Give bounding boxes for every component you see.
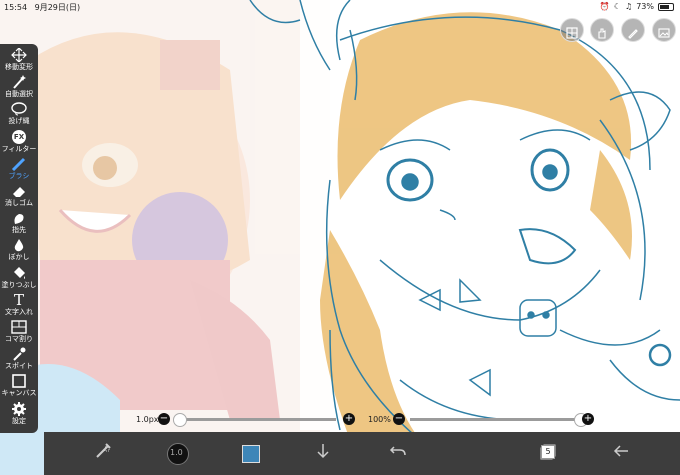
status-time: 15:54	[4, 3, 28, 12]
opacity-plus-button[interactable]: +	[582, 413, 594, 425]
fx-icon: FX	[12, 129, 26, 144]
gallery-button[interactable]	[652, 18, 676, 42]
brush-size-label: 1.0px	[136, 415, 159, 424]
pencil-icon	[627, 24, 639, 39]
arrow-left-icon	[612, 445, 630, 464]
tool-label: キャンバス	[1, 389, 37, 398]
blur-drop-icon	[11, 238, 27, 252]
undo-icon	[389, 445, 407, 464]
brush-size-button[interactable]: 1.0	[166, 442, 189, 465]
tool-label: ぼかし	[8, 253, 30, 262]
hand-tool-button[interactable]	[590, 18, 614, 42]
color-picker-button[interactable]	[239, 442, 261, 464]
brush-size-slider-thumb[interactable]	[173, 413, 188, 427]
tool-auto-select[interactable]: 自動選択	[0, 75, 38, 98]
tool-label: フィルター	[1, 144, 37, 153]
image-icon	[658, 24, 670, 38]
tool-fill[interactable]: 塗りつぶし	[0, 266, 38, 289]
frame-divide-icon	[11, 320, 27, 334]
text-icon: T	[13, 290, 24, 309]
canvas-icon	[11, 374, 27, 389]
alarm-icon: ⏰	[599, 2, 610, 11]
gear-icon	[11, 401, 27, 416]
tool-filter[interactable]: FX フィルター	[0, 129, 38, 153]
tool-finger[interactable]: 指先	[0, 211, 38, 234]
tool-frame[interactable]: コマ割り	[0, 320, 38, 343]
brush-size-badge: 1.0	[170, 448, 183, 457]
eyedropper-icon	[11, 347, 27, 361]
brush-icon	[11, 157, 27, 171]
opacity-label: 100%	[368, 415, 391, 424]
move-arrows-icon	[11, 47, 27, 63]
tool-label: 移動変形	[5, 63, 33, 71]
tool-label: スポイト	[5, 362, 33, 371]
opacity-track[interactable]	[410, 418, 580, 421]
brush-picker-button[interactable]	[92, 442, 114, 464]
grid-icon	[566, 24, 578, 39]
eraser-icon	[11, 184, 27, 198]
pen-button[interactable]	[621, 18, 645, 42]
brush-size-plus-button[interactable]: +	[343, 413, 355, 425]
brush-settings-sliders: 1.0px − + 100% − +	[130, 410, 600, 430]
battery-icon	[658, 2, 674, 11]
battery-percent: 73%	[636, 2, 654, 11]
lasso-icon	[11, 102, 27, 116]
sketch-artwork	[0, 0, 680, 475]
tool-label: 投げ縄	[8, 117, 30, 126]
drawing-canvas[interactable]	[0, 0, 680, 475]
down-arrow-button[interactable]	[312, 442, 334, 464]
tool-label: 文字入れ	[5, 307, 33, 316]
tool-label: ブラシ	[8, 171, 30, 180]
tool-label: 自動選択	[5, 90, 33, 99]
tool-settings[interactable]: 設定	[0, 401, 38, 425]
opacity-minus-button[interactable]: −	[393, 413, 405, 425]
back-button[interactable]	[610, 442, 632, 464]
layers-button[interactable]: 5	[537, 442, 559, 464]
color-swatch	[242, 445, 260, 463]
tool-label: 設定	[12, 416, 26, 425]
brush-size-minus-button[interactable]: −	[158, 413, 170, 425]
tool-text[interactable]: T 文字入れ	[0, 290, 38, 316]
tool-eyedropper[interactable]: スポイト	[0, 347, 38, 370]
magic-wand-icon	[11, 75, 27, 89]
tool-label: 消しゴム	[5, 199, 33, 207]
tool-eraser[interactable]: 消しゴム	[0, 184, 38, 207]
headphones-icon: ♫	[625, 2, 633, 11]
tool-move[interactable]: 移動変形	[0, 47, 38, 71]
tool-label: 指先	[12, 226, 26, 235]
layer-grid-button[interactable]	[560, 18, 584, 42]
moon-icon: ☾	[613, 2, 622, 11]
layer-count-badge: 5	[541, 445, 555, 459]
tool-blur[interactable]: ぼかし	[0, 238, 38, 261]
tool-label: コマ割り	[5, 335, 33, 343]
bucket-icon	[11, 266, 27, 280]
brush-size-track[interactable]	[176, 418, 336, 421]
finger-icon	[11, 211, 27, 225]
reference-image	[0, 0, 330, 475]
tool-brush[interactable]: ブラシ	[0, 157, 38, 180]
undo-button[interactable]	[387, 442, 409, 464]
tool-label: 塗りつぶし	[1, 280, 37, 289]
tool-palette: 移動変形自動選択投げ縄 FX フィルターブラシ消しゴム指先ぼかし塗りつぶし T 文字入れ…	[0, 44, 38, 433]
battery-fill	[660, 4, 669, 9]
hand-icon	[596, 24, 608, 39]
bottom-toolbar: 1.0 5	[44, 432, 680, 475]
tool-canvas[interactable]: キャンバス	[0, 374, 38, 397]
brush-stroke-icon	[94, 443, 112, 464]
status-bar: 15:54 9月29日(日) ⏰ ☾ ♫ 73%	[0, 0, 680, 14]
status-date: 9月29日(日)	[34, 3, 81, 12]
arrow-down-icon	[314, 444, 332, 464]
tool-lasso[interactable]: 投げ縄	[0, 102, 38, 125]
